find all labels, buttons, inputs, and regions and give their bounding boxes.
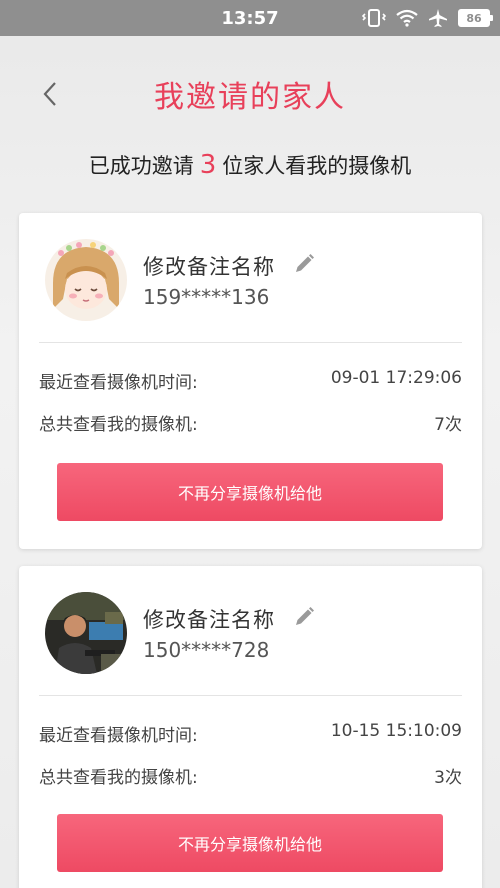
family-member-card: 修改备注名称 159*****136 最近查看摄像机时间: 09-01 17:2… — [19, 213, 482, 549]
edit-name-button[interactable] — [293, 253, 315, 275]
pencil-icon — [296, 254, 314, 272]
last-view-label: 最近查看摄像机时间: — [39, 726, 198, 746]
wifi-icon — [396, 9, 418, 27]
contact-name[interactable]: 修改备注名称 — [143, 604, 275, 634]
status-time: 13:57 — [221, 7, 279, 29]
status-icons: 86 — [362, 0, 493, 36]
summary-suffix: 位家人看我的摄像机 — [222, 154, 412, 178]
divider — [39, 342, 462, 343]
contact-name[interactable]: 修改备注名称 — [143, 251, 275, 281]
last-view-value: 10-15 15:10:09 — [330, 721, 462, 741]
stop-sharing-button[interactable]: 不再分享摄像机给他 — [57, 814, 443, 872]
contact-phone: 159*****136 — [143, 285, 270, 309]
last-view-row: 最近查看摄像机时间: 09-01 17:29:06 — [39, 368, 462, 393]
avatar — [45, 592, 127, 674]
total-views-label: 总共查看我的摄像机: — [39, 415, 198, 435]
invite-summary: 已成功邀请 3 位家人看我的摄像机 — [0, 150, 500, 180]
page-title: 我邀请的家人 — [154, 80, 346, 115]
total-views-row: 总共查看我的摄像机: 7次 — [39, 410, 462, 435]
vibrate-icon — [362, 8, 386, 28]
battery-icon: 86 — [458, 9, 493, 27]
last-view-value: 09-01 17:29:06 — [330, 368, 462, 388]
avatar — [45, 239, 127, 321]
edit-name-button[interactable] — [293, 606, 315, 628]
status-bar: 13:57 86 — [0, 0, 500, 36]
header: 我邀请的家人 — [0, 60, 500, 130]
invite-count: 3 — [199, 150, 217, 180]
total-views-label: 总共查看我的摄像机: — [39, 768, 198, 788]
total-views-value: 7次 — [434, 415, 462, 435]
total-views-value: 3次 — [434, 768, 462, 788]
last-view-row: 最近查看摄像机时间: 10-15 15:10:09 — [39, 721, 462, 746]
airplane-icon — [428, 8, 448, 28]
total-views-row: 总共查看我的摄像机: 3次 — [39, 763, 462, 788]
divider — [39, 695, 462, 696]
summary-prefix: 已成功邀请 — [88, 154, 194, 178]
family-member-card: 修改备注名称 150*****728 最近查看摄像机时间: 10-15 15:1… — [19, 566, 482, 888]
pencil-icon — [296, 607, 314, 625]
contact-phone: 150*****728 — [143, 638, 270, 662]
last-view-label: 最近查看摄像机时间: — [39, 373, 198, 393]
stop-sharing-button[interactable]: 不再分享摄像机给他 — [57, 463, 443, 521]
